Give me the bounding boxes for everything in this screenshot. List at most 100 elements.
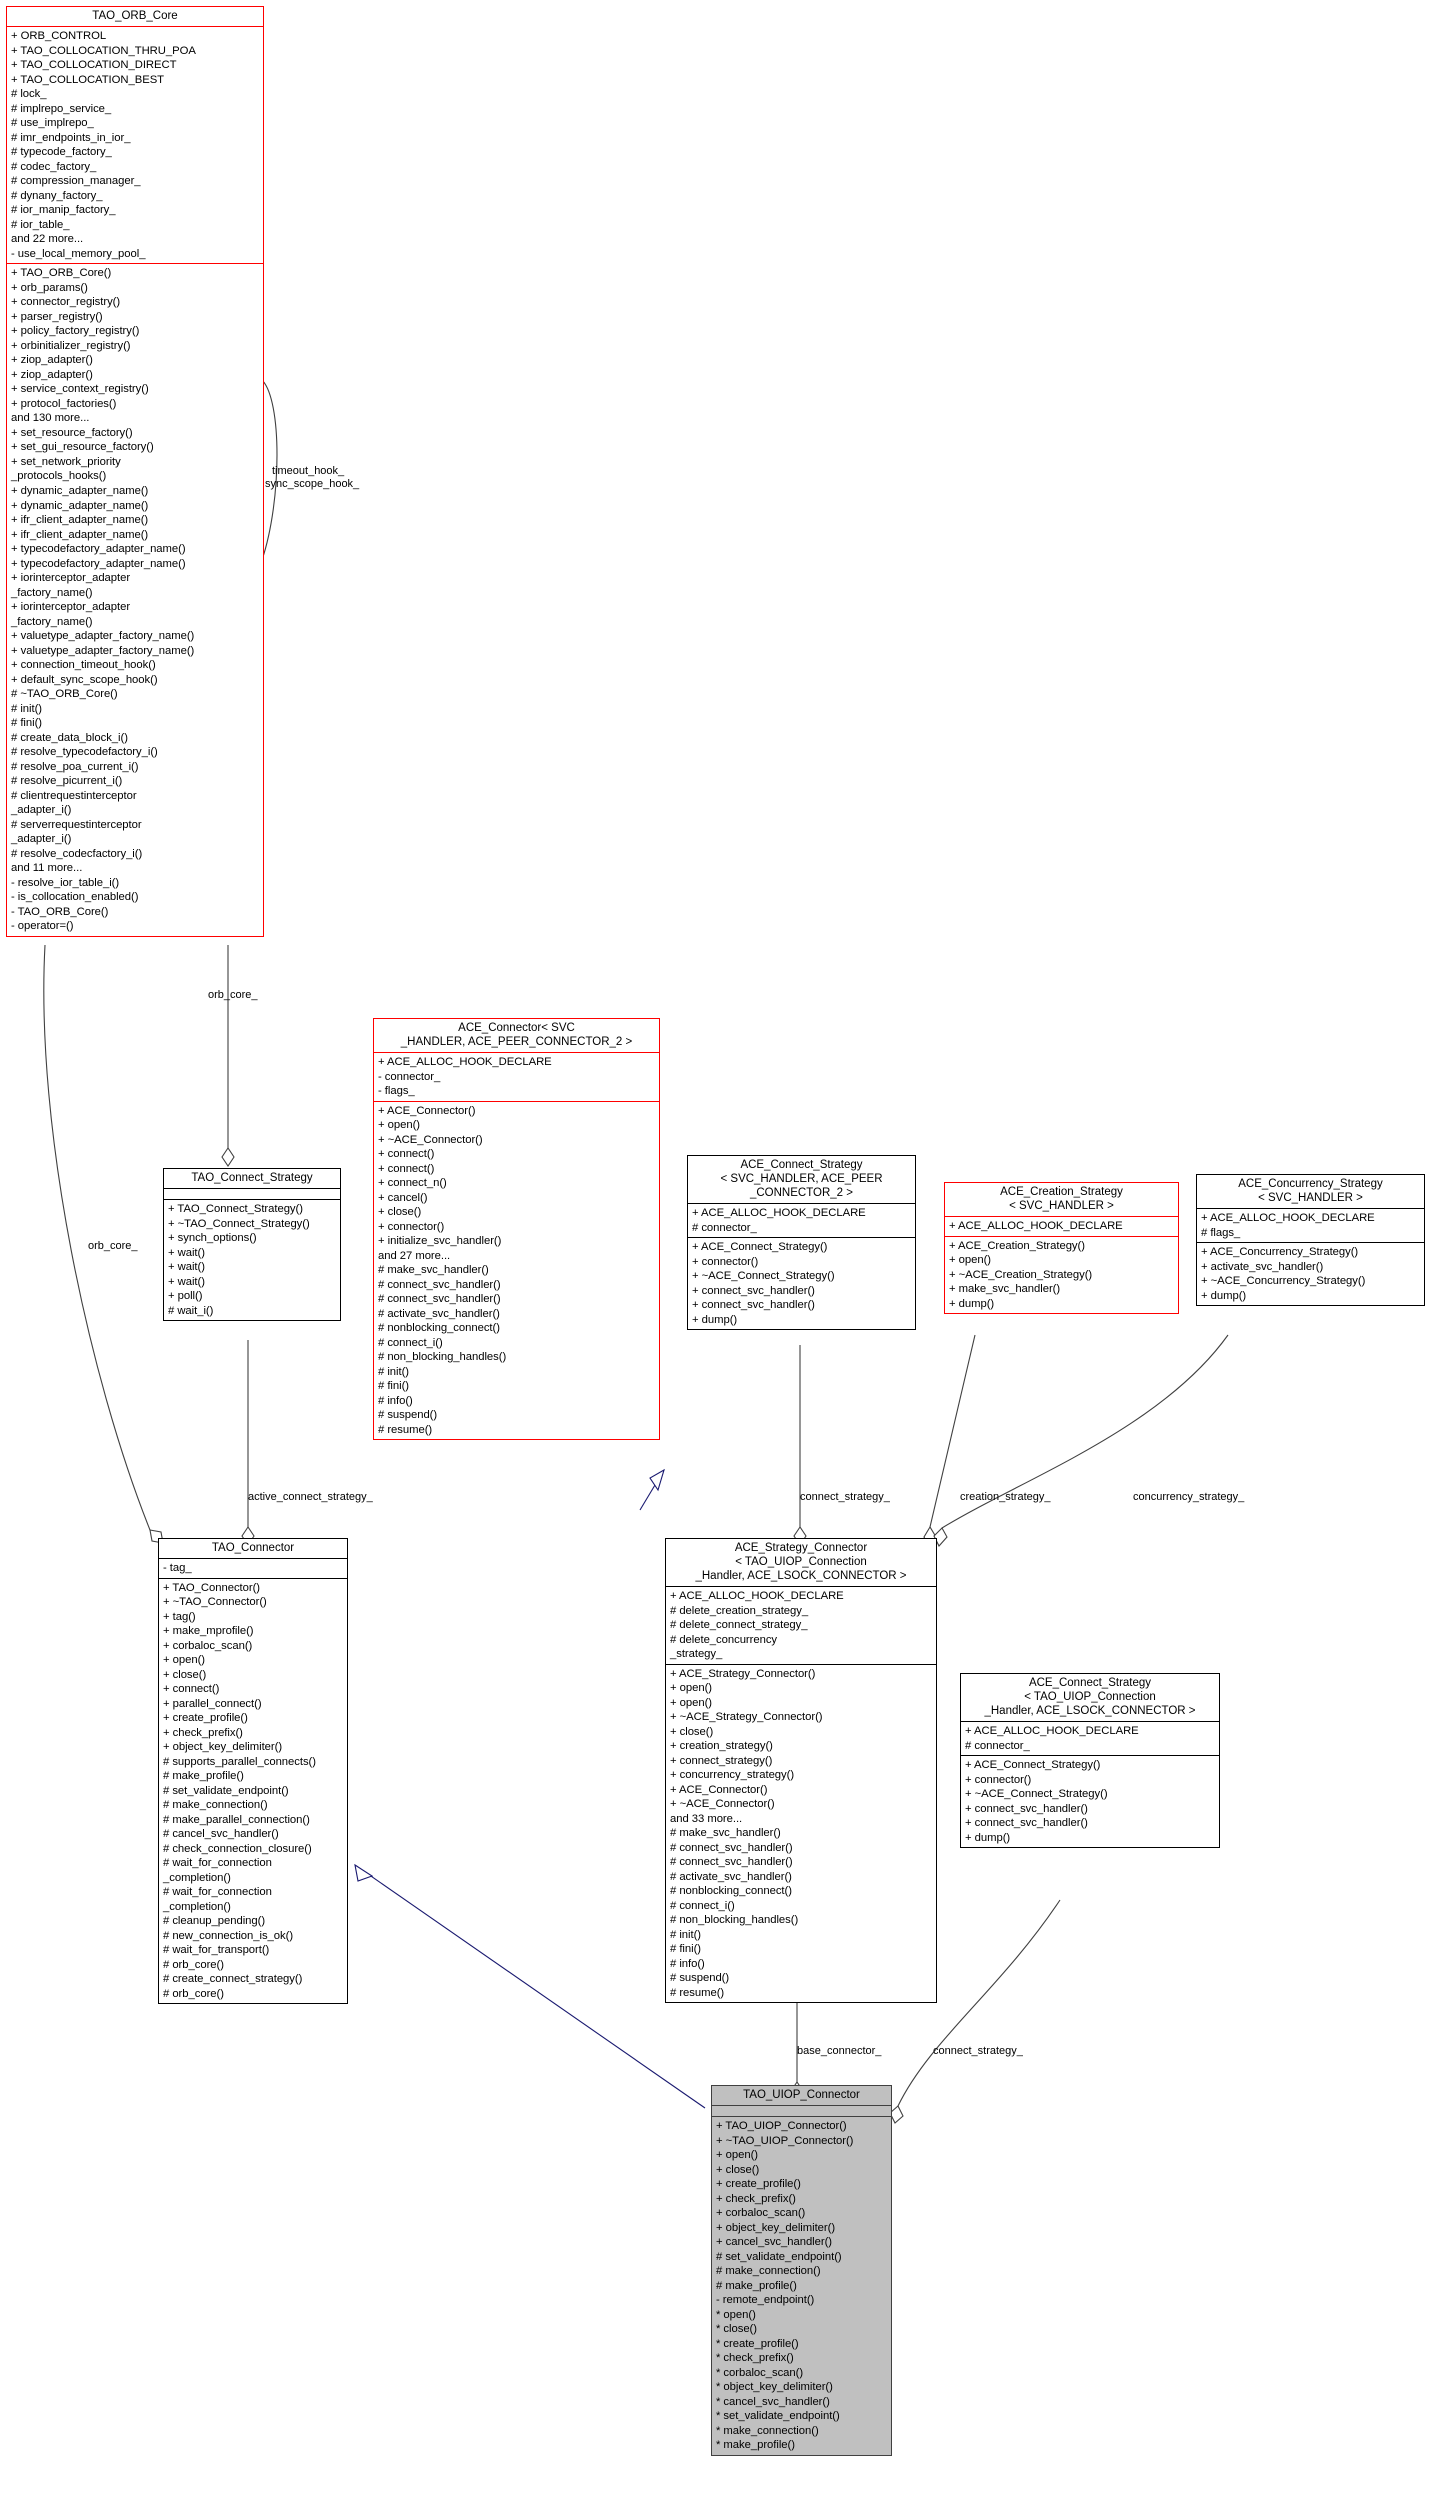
member-row: # compression_manager_ (11, 175, 141, 188)
class-ace-concurrency-strategy[interactable]: ACE_Concurrency_Strategy < SVC_HANDLER >… (1196, 1174, 1425, 1307)
member-row: # orb_core() (163, 1958, 224, 1971)
edge-label-concurrency_strategy: concurrency_strategy_ (1133, 1491, 1245, 1503)
member-row: + ACE_Connector() (670, 1783, 768, 1796)
member-row: # connect_i() (670, 1899, 735, 1912)
member-row: # orb_core() (163, 1987, 224, 2000)
member-row: * cancel_svc_handler() (716, 2395, 830, 2408)
class-tao-uiop-connector[interactable]: TAO_UIOP_Connector + TAO_UIOP_Connector(… (711, 2085, 892, 2456)
member-row: # create_connect_strategy() (163, 1973, 303, 1986)
member-row: * close() (716, 2323, 757, 2336)
attributes-compartment: + ACE_ALLOC_HOOK_DECLARE - connector_ - fl… (374, 1052, 659, 1101)
member-row: # wait_for_connection (163, 1886, 272, 1899)
member-row: _adapter_i() (11, 833, 72, 846)
member-row: # connect_svc_handler() (670, 1856, 793, 1869)
member-row: + ~ACE_Creation_Strategy() (949, 1268, 1093, 1281)
class-title: TAO_UIOP_Connector (743, 2089, 860, 2101)
attributes-compartment: - tag_ (159, 1558, 347, 1578)
member-row: # activate_svc_handler() (670, 1870, 792, 1883)
member-row: + connect_strategy() (670, 1754, 773, 1767)
class-tao-orb-core[interactable]: TAO_ORB_Core + ORB_CONTROL + TAO_COLLOCAT… (6, 6, 264, 937)
member-row: # delete_creation_strategy_ (670, 1604, 809, 1617)
class-title: ACE_Concurrency_Strategy < SVC_HANDLER > (1238, 1178, 1383, 1205)
member-row: + open() (670, 1696, 712, 1709)
member-row: + ACE_ALLOC_HOOK_DECLARE (965, 1725, 1139, 1738)
member-row: + set_gui_resource_factory() (11, 441, 154, 454)
member-row: + initialize_svc_handler() (378, 1235, 502, 1248)
operations-compartment: + TAO_Connector() + ~TAO_Connector() + tag… (159, 1577, 347, 2004)
member-row: + set_resource_factory() (11, 426, 133, 439)
member-row: + poll() (168, 1290, 203, 1303)
member-row: and 11 more... (11, 862, 83, 875)
operations-compartment: + TAO_UIOP_Connector() + ~TAO_UIOP_Connec… (712, 2116, 891, 2455)
member-row: + ~ACE_Concurrency_Strategy() (1201, 1275, 1366, 1288)
member-row: # delete_connect_strategy_ (670, 1619, 808, 1632)
member-row: + connection_timeout_hook() (11, 659, 156, 672)
member-row: # connector_ (692, 1221, 757, 1234)
member-row: + orb_params() (11, 281, 88, 294)
member-row: # imr_endpoints_in_ior_ (11, 131, 131, 144)
member-row: + ACE_ALLOC_HOOK_DECLARE (670, 1590, 844, 1603)
member-row: + activate_svc_handler() (1201, 1260, 1324, 1273)
class-ace-connect-strategy-uiop[interactable]: ACE_Connect_Strategy < TAO_UIOP_Connecti… (960, 1673, 1220, 1849)
member-row: # init() (11, 702, 42, 715)
attributes-compartment: + ACE_ALLOC_HOOK_DECLARE # connector_ (688, 1203, 915, 1237)
class-ace-connector-template[interactable]: ACE_Connector< SVC _HANDLER, ACE_PEER_CO… (373, 1018, 660, 1441)
member-row: # connect_i() (378, 1336, 443, 1349)
member-row: + ~ACE_Connector() (378, 1133, 483, 1146)
member-row: + connect() (378, 1162, 435, 1175)
member-row: - TAO_ORB_Core() (11, 905, 109, 918)
member-row: + connect() (378, 1148, 435, 1161)
member-row: * corbaloc_scan() (716, 2366, 804, 2379)
member-row: + connector() (965, 1773, 1032, 1786)
member-row: and 130 more... (11, 412, 90, 425)
edge-label-orb_core_left: orb_core_ (88, 1240, 138, 1252)
member-row: # supports_parallel_connects() (163, 1755, 316, 1768)
member-row: + ACE_ALLOC_HOOK_DECLARE (1201, 1212, 1375, 1225)
member-row: - resolve_ior_table_i() (11, 876, 120, 889)
member-row: # connect_svc_handler() (670, 1841, 793, 1854)
member-row: + ACE_Connect_Strategy() (965, 1759, 1101, 1772)
member-row: + ~TAO_UIOP_Connector() (716, 2134, 854, 2147)
edge-label-connect_strategy_bottom: connect_strategy_ (933, 2045, 1023, 2057)
member-row: + connect_svc_handler() (692, 1284, 815, 1297)
member-row: + iorinterceptor_adapter (11, 572, 131, 585)
member-row: # use_implrepo_ (11, 117, 94, 130)
member-row: _strategy_ (670, 1648, 723, 1661)
member-row: # resolve_picurrent_i() (11, 775, 123, 788)
class-ace-connect-strategy-peer[interactable]: ACE_Connect_Strategy < SVC_HANDLER, ACE_… (687, 1155, 916, 1331)
member-row: # fini() (670, 1943, 701, 1956)
member-row: # make_profile() (716, 2279, 797, 2292)
member-row: + dump() (1201, 1289, 1247, 1302)
attributes-compartment: + ACE_ALLOC_HOOK_DECLARE # flags_ (1197, 1208, 1424, 1242)
member-row: * open() (716, 2308, 756, 2321)
member-row: + dynamic_adapter_name() (11, 485, 149, 497)
member-row: + TAO_Connector() (163, 1581, 260, 1594)
operations-compartment: + ACE_Creation_Strategy() + open() + ~ACE_… (945, 1235, 1178, 1314)
member-row: + parallel_connect() (163, 1697, 262, 1710)
member-row: * check_prefix() (716, 2352, 794, 2365)
member-row: and 27 more... (378, 1249, 451, 1262)
edge-label-timeout_hook: timeout_hook_ (272, 465, 345, 477)
member-row: + connect() (163, 1683, 220, 1696)
class-tao-connector[interactable]: TAO_Connector - tag_ + TAO_Connector() + … (158, 1538, 348, 2005)
member-row: + ACE_Connector() (378, 1104, 476, 1117)
class-tao-connect-strategy[interactable]: TAO_Connect_Strategy + TAO_Connect_Strat… (163, 1168, 341, 1322)
class-ace-creation-strategy[interactable]: ACE_Creation_Strategy < SVC_HANDLER > + … (944, 1182, 1179, 1315)
operations-compartment: + ACE_Concurrency_Strategy() + activate_s… (1197, 1242, 1424, 1305)
member-row: + TAO_COLLOCATION_DIRECT (11, 59, 177, 72)
member-row: # set_validate_endpoint() (716, 2250, 842, 2263)
member-row: * make_profile() (716, 2439, 795, 2452)
member-row: # serverrequestinterceptor (11, 818, 142, 831)
member-row: - connector_ (378, 1070, 441, 1083)
member-row: + TAO_ORB_Core() (11, 267, 112, 280)
class-ace-strategy-connector[interactable]: ACE_Strategy_Connector < TAO_UIOP_Connec… (665, 1538, 937, 2004)
member-row: # set_validate_endpoint() (163, 1784, 289, 1797)
member-row: # delete_concurrency (670, 1633, 778, 1646)
member-row: + protocol_factories() (11, 397, 117, 410)
member-row: + ACE_Creation_Strategy() (949, 1239, 1085, 1252)
member-row: * set_validate_endpoint() (716, 2410, 840, 2423)
member-row: + corbaloc_scan() (716, 2207, 806, 2220)
member-row: + TAO_COLLOCATION_THRU_POA (11, 44, 196, 57)
member-row: # make_profile() (163, 1770, 244, 1783)
member-row: + policy_factory_registry() (11, 325, 140, 338)
